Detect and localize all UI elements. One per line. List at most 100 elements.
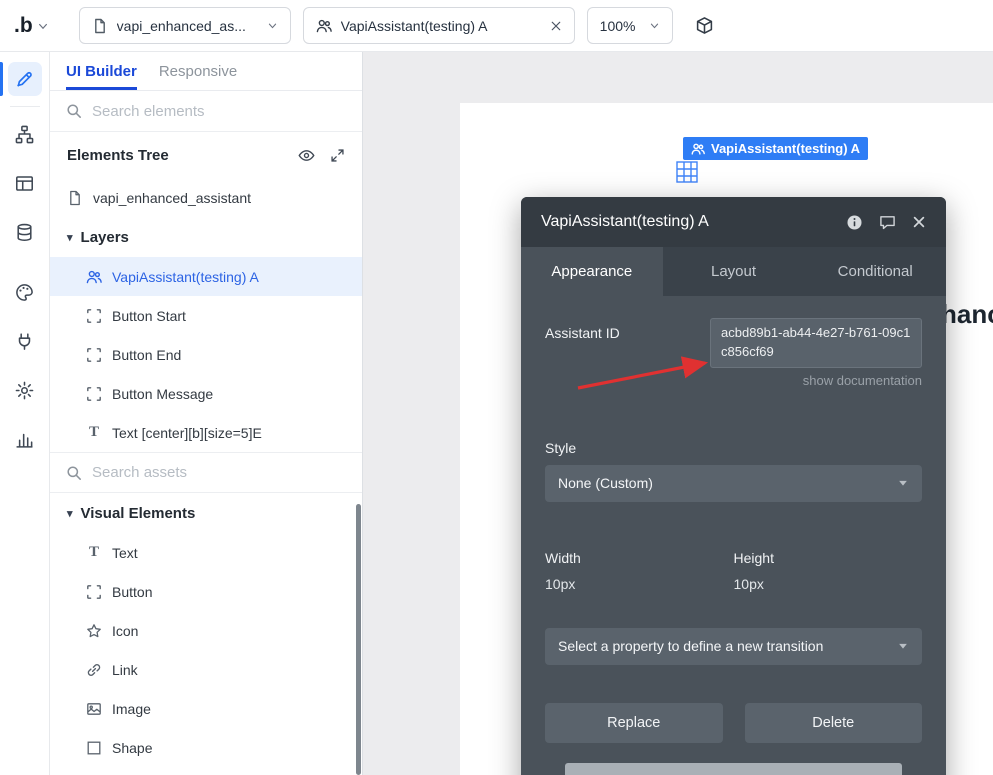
topbar: .b vapi_enhanced_as... VapiAssistant(tes… (0, 0, 993, 52)
rail-data-item[interactable] (8, 215, 42, 249)
search-elements-input[interactable] (92, 103, 346, 120)
left-rail (0, 52, 50, 775)
assistant-id-input[interactable]: acbd89b1-ab44-4e27-b761-09c1c856cf69 (710, 318, 922, 368)
property-editor-titlebar[interactable]: VapiAssistant(testing) A (521, 197, 946, 247)
info-icon[interactable] (846, 214, 863, 231)
rail-divider (10, 106, 40, 107)
transition-dropdown[interactable]: Select a property to define a new transi… (545, 628, 922, 665)
component-library-icon[interactable] (695, 16, 714, 35)
element-selector[interactable]: VapiAssistant(testing) A (303, 7, 575, 44)
rail-design-item[interactable] (8, 62, 42, 96)
rail-pages-item[interactable] (8, 166, 42, 200)
visual-elements-section-header[interactable]: ▾ Visual Elements (50, 493, 362, 533)
chevron-down-icon (267, 20, 278, 31)
delete-button[interactable]: Delete (745, 703, 923, 743)
property-editor-tabs: Appearance Layout Conditional (521, 247, 946, 296)
page-heading-fragment: hanc (941, 299, 993, 330)
asset-item-label: Shape (112, 740, 152, 756)
layer-item-vapiassistant[interactable]: VapiAssistant(testing) A (50, 257, 362, 296)
asset-item-icon[interactable]: Icon (50, 611, 362, 650)
rail-plugins-item[interactable] (8, 324, 42, 358)
rail-settings-item[interactable] (8, 373, 42, 407)
page-icon (92, 18, 108, 34)
close-icon[interactable] (912, 215, 926, 229)
height-label: Height (734, 550, 923, 566)
main-area: UI Builder Responsive Elements Tree vapi… (0, 52, 993, 775)
elements-tree-title: Elements Tree (67, 147, 283, 164)
height-value[interactable]: 10px (734, 576, 923, 592)
rail-workflow-item[interactable] (8, 117, 42, 151)
asset-item-shape[interactable]: Shape (50, 728, 362, 767)
zoom-selector[interactable]: 100% (587, 7, 673, 44)
property-editor-body: Assistant ID acbd89b1-ab44-4e27-b761-09c… (521, 296, 946, 775)
search-assets-input[interactable] (92, 464, 346, 481)
users-icon (316, 18, 332, 34)
asset-item-text[interactable]: T Text (50, 533, 362, 572)
text-icon: T (86, 544, 102, 561)
show-documentation-link[interactable]: show documentation (545, 373, 922, 388)
asset-item-button[interactable]: Button (50, 572, 362, 611)
close-icon[interactable] (550, 20, 562, 32)
app-logo[interactable]: .b (14, 14, 33, 38)
rail-styles-item[interactable] (8, 275, 42, 309)
chart-icon (15, 430, 34, 449)
transition-dropdown-value: Select a property to define a new transi… (558, 638, 823, 654)
asset-item-label: Text (112, 545, 138, 561)
eye-icon[interactable] (298, 147, 315, 164)
caret-down-icon (897, 640, 909, 652)
page-selector[interactable]: vapi_enhanced_as... (79, 7, 291, 44)
partial-dropdown[interactable] (565, 763, 902, 775)
replace-button[interactable]: Replace (545, 703, 723, 743)
panel-tabs: UI Builder Responsive (50, 52, 362, 91)
image-icon (86, 701, 102, 717)
layout-icon (15, 174, 34, 193)
asset-item-image[interactable]: Image (50, 689, 362, 728)
button-icon (86, 584, 102, 600)
tab-conditional[interactable]: Conditional (804, 247, 946, 296)
database-icon (15, 223, 34, 242)
asset-item-label: Button (112, 584, 152, 600)
rail-logs-item[interactable] (8, 422, 42, 456)
width-label: Width (545, 550, 734, 566)
expand-icon[interactable] (330, 148, 345, 163)
caret-down-icon: ▾ (67, 231, 73, 244)
left-panel: UI Builder Responsive Elements Tree vapi… (50, 52, 363, 775)
element-selector-label: VapiAssistant(testing) A (341, 18, 541, 34)
users-icon (86, 269, 102, 285)
tab-responsive[interactable]: Responsive (159, 52, 237, 90)
shape-icon (86, 740, 102, 756)
button-icon (86, 308, 102, 324)
gear-icon (15, 381, 34, 400)
page-icon (67, 190, 83, 206)
comment-icon[interactable] (879, 214, 896, 231)
palette-icon (15, 283, 34, 302)
layer-item-button-end[interactable]: Button End (50, 335, 362, 374)
asset-item-link[interactable]: Link (50, 650, 362, 689)
layer-item-label: Button Message (112, 386, 213, 402)
width-value[interactable]: 10px (545, 576, 734, 592)
layer-item-text[interactable]: T Text [center][b][size=5]E (50, 413, 362, 452)
layer-item-label: VapiAssistant(testing) A (112, 269, 259, 285)
tree-root-item[interactable]: vapi_enhanced_assistant (50, 178, 362, 217)
text-icon: T (86, 424, 102, 441)
style-dropdown-value: None (Custom) (558, 475, 653, 491)
panel-scrollbar[interactable] (356, 504, 361, 775)
layer-item-button-start[interactable]: Button Start (50, 296, 362, 335)
search-assets-row (50, 452, 362, 493)
vapiassistant-grid-element[interactable] (676, 161, 698, 183)
tab-appearance[interactable]: Appearance (521, 247, 663, 296)
selected-element-badge[interactable]: VapiAssistant(testing) A (683, 137, 868, 160)
style-dropdown[interactable]: None (Custom) (545, 465, 922, 502)
search-elements-row (50, 91, 362, 132)
layers-section-header[interactable]: ▾ Layers (50, 217, 362, 257)
search-icon (66, 103, 82, 119)
star-icon (86, 623, 102, 639)
tab-layout[interactable]: Layout (663, 247, 805, 296)
canvas: hanc VapiAssistant(testing) A VapiAssist… (363, 52, 993, 775)
caret-down-icon: ▾ (67, 507, 73, 520)
assistant-id-label: Assistant ID (545, 318, 620, 368)
layer-item-label: Button Start (112, 308, 186, 324)
logo-chevron-down-icon[interactable] (37, 20, 49, 32)
tab-ui-builder[interactable]: UI Builder (66, 52, 137, 90)
layer-item-button-message[interactable]: Button Message (50, 374, 362, 413)
